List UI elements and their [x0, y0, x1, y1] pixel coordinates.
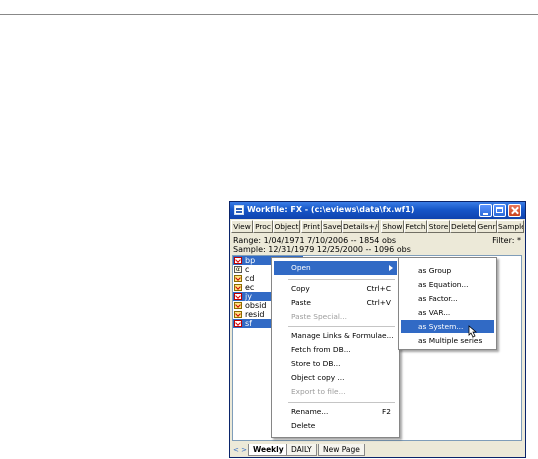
tab-weekly[interactable]: Weekly: [248, 444, 289, 456]
series-icon: [234, 257, 242, 264]
series-icon: [234, 311, 242, 318]
series-icon: [234, 293, 242, 300]
submenu-item-as-factor[interactable]: as Factor...: [401, 292, 494, 305]
close-button[interactable]: [508, 204, 521, 217]
view-button[interactable]: View: [231, 220, 253, 233]
tab-nav-arrows[interactable]: < >: [233, 446, 247, 454]
tab-daily[interactable]: DAILY: [286, 444, 317, 456]
workfile-icon: [234, 205, 244, 215]
title-bar[interactable]: Workfile: FX - (c:\eviews\data\fx.wf1): [230, 202, 525, 219]
menu-item-fetch-db[interactable]: Fetch from DB...: [274, 343, 397, 357]
submenu-item-as-system[interactable]: as System...: [401, 320, 494, 333]
submenu-item-as-equation[interactable]: as Equation...: [401, 278, 494, 291]
menu-item-manage-links[interactable]: Manage Links & Formulae...: [274, 329, 397, 343]
delete-button[interactable]: Delete: [450, 220, 476, 233]
save-button[interactable]: Save: [322, 220, 342, 233]
fetch-button[interactable]: Fetch: [404, 220, 427, 233]
maximize-button[interactable]: [493, 204, 506, 217]
print-button[interactable]: Print: [301, 220, 322, 233]
menu-item-paste[interactable]: Paste Ctrl+V: [274, 296, 397, 310]
object-button[interactable]: Object: [273, 220, 300, 233]
minimize-button[interactable]: [479, 204, 492, 217]
series-icon: [234, 302, 242, 309]
menu-item-copy[interactable]: Copy Ctrl+C: [274, 282, 397, 296]
top-divider: [0, 14, 538, 15]
tab-new-page[interactable]: New Page: [318, 444, 365, 456]
submenu-item-as-multiple-series[interactable]: as Multiple series: [401, 334, 494, 347]
menu-separator: [288, 326, 395, 327]
details-button[interactable]: Details+/-: [342, 220, 379, 233]
menu-item-paste-special: Paste Special...: [291, 312, 347, 321]
submenu-item-as-var[interactable]: as VAR...: [401, 306, 494, 319]
window-title: Workfile: FX - (c:\eviews\data\fx.wf1): [247, 205, 415, 214]
menu-separator: [288, 279, 395, 280]
show-button[interactable]: Show: [381, 220, 404, 233]
context-menu: Open Copy Ctrl+C Paste Ctrl+V Paste Spec…: [271, 257, 400, 438]
coefficient-icon: [234, 266, 242, 273]
proc-button[interactable]: Proc: [253, 220, 273, 233]
filter-label[interactable]: Filter: *: [492, 236, 521, 245]
sample-button[interactable]: Sample: [497, 220, 524, 233]
sample-line[interactable]: Sample: 12/31/1979 12/25/2000 -- 1096 ob…: [233, 245, 411, 254]
menu-item-store-db[interactable]: Store to DB...: [274, 357, 397, 371]
series-icon: [234, 320, 242, 327]
submenu-arrow-icon: [389, 265, 393, 271]
menu-item-rename[interactable]: Rename... F2: [274, 405, 397, 419]
menu-separator: [288, 402, 395, 403]
range-line[interactable]: Range: 1/04/1971 7/10/2006 -- 1854 obs: [233, 236, 396, 245]
genr-button[interactable]: Genr: [476, 220, 497, 233]
series-icon: [234, 275, 242, 282]
submenu-item-as-group[interactable]: as Group: [401, 264, 494, 277]
open-submenu: as Group as Equation... as Factor... as …: [398, 257, 497, 350]
series-icon: [234, 284, 242, 291]
page-tab-bar: < > Weekly DAILY New Page: [230, 443, 525, 457]
menu-item-open[interactable]: Open: [274, 261, 397, 275]
menu-item-export: Export to file...: [291, 387, 346, 396]
workfile-toolbar: View Proc Object Print Save Details+/- S…: [230, 220, 525, 233]
menu-item-object-copy[interactable]: Object copy ...: [274, 371, 397, 385]
pointer-cursor-icon: [468, 325, 478, 338]
menu-item-delete[interactable]: Delete: [274, 419, 397, 433]
store-button[interactable]: Store: [427, 220, 450, 233]
